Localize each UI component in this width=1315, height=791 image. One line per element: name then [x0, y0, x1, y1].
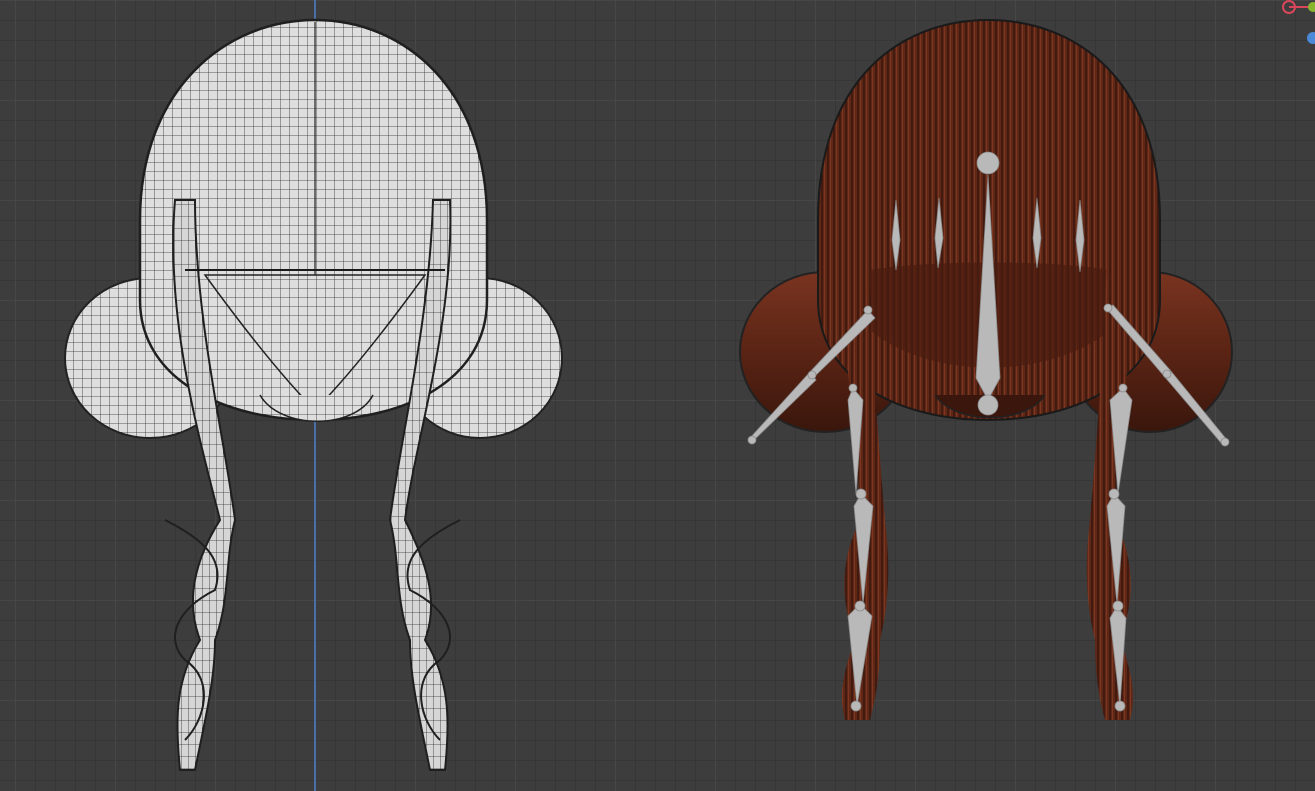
bone-tail[interactable] — [977, 394, 999, 416]
hair-rigged-object[interactable] — [730, 0, 1250, 791]
hair-wireframe-object[interactable] — [55, 0, 575, 791]
y-axis-icon[interactable] — [1308, 2, 1315, 12]
z-axis-icon[interactable] — [1307, 32, 1315, 44]
bone-head[interactable] — [976, 151, 1000, 175]
navigation-gizmo[interactable] — [1275, 0, 1315, 60]
3d-viewport[interactable] — [0, 0, 1315, 791]
